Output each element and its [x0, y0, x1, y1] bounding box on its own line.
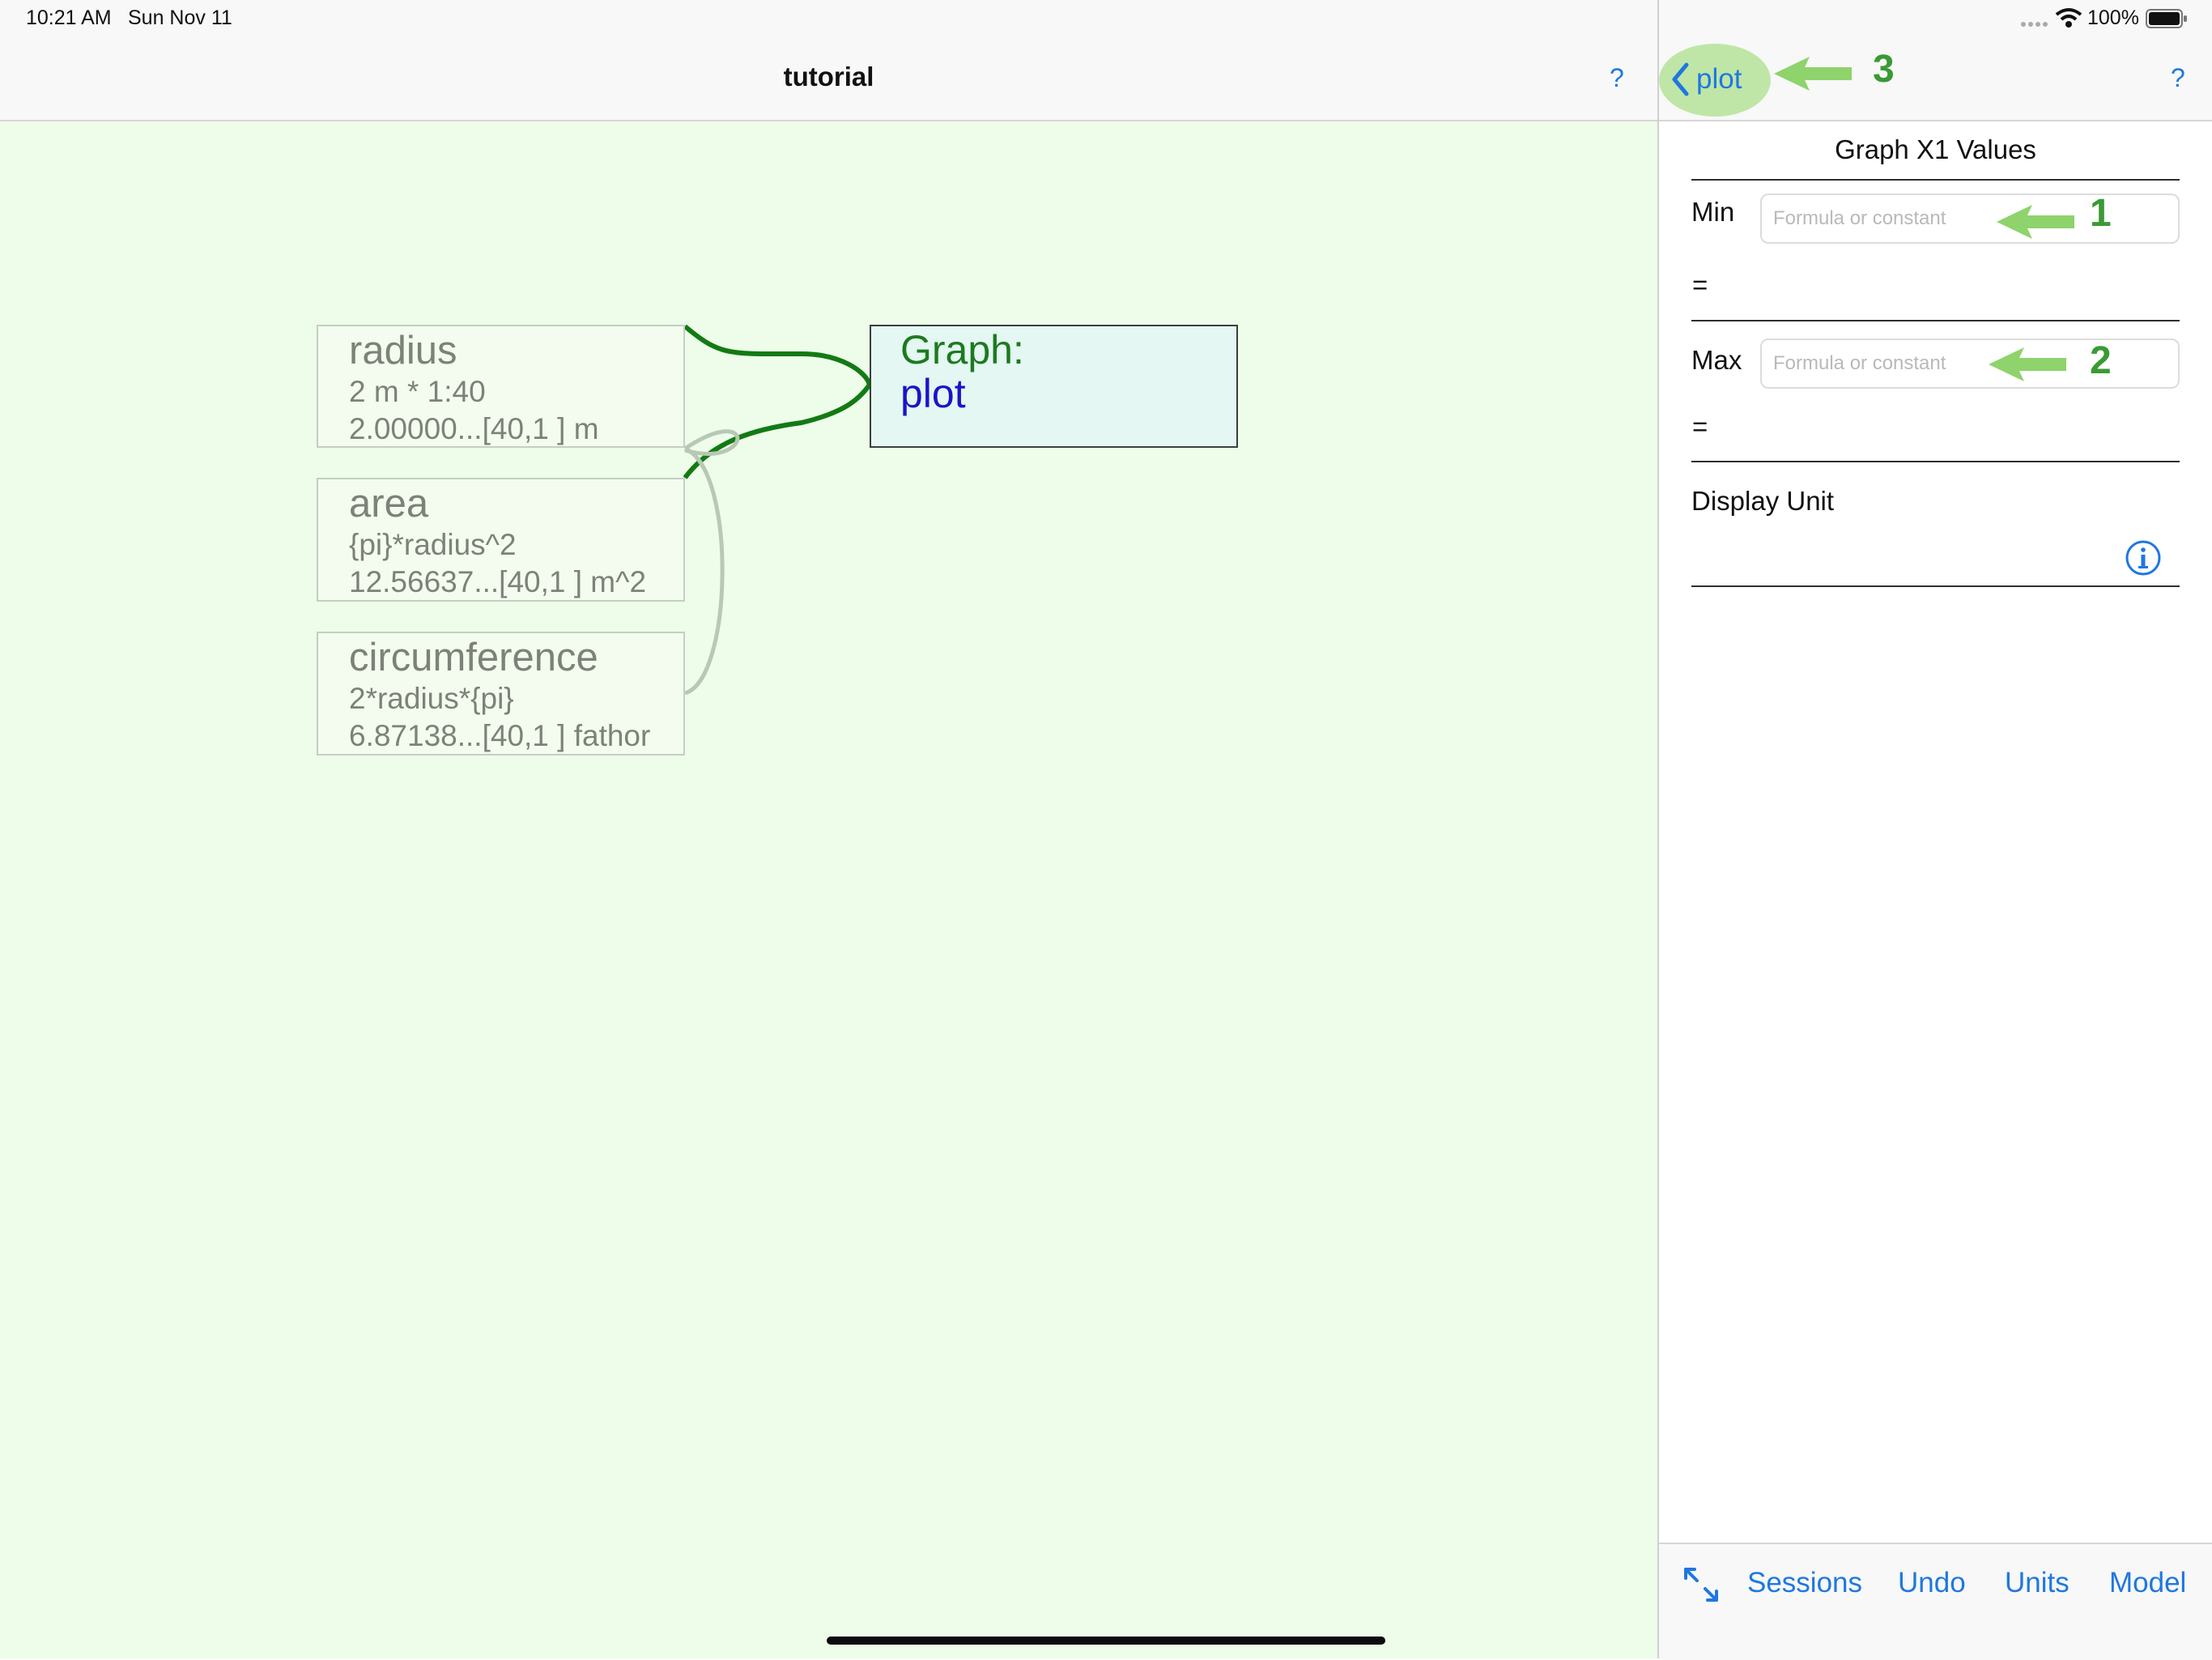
split-view-divider[interactable]: [1657, 0, 1659, 1658]
info-icon[interactable]: [2125, 539, 2162, 577]
min-divider: [1691, 320, 2180, 321]
status-bar: 10:21 AM Sun Nov 11 100%: [0, 0, 2212, 39]
arrow-left-icon: [1997, 202, 2078, 245]
wifi-icon: [2055, 7, 2082, 28]
variable-node-radius[interactable]: radius 2 m * 1:40 2.00000...[40,1 ] m: [317, 325, 685, 448]
node-value: 12.56637...[40,1 ] m^2: [349, 565, 647, 598]
node-name: radius: [349, 329, 457, 372]
status-time: 10:21 AM: [26, 6, 112, 29]
model-canvas[interactable]: radius 2 m * 1:40 2.00000...[40,1 ] m ar…: [0, 121, 1657, 1658]
graph-node-title: Graph:: [900, 327, 1024, 372]
status-date: Sun Nov 11: [128, 6, 232, 29]
arrow-left-icon: [1774, 53, 1855, 98]
max-input[interactable]: [1760, 338, 2180, 389]
variable-node-circumference[interactable]: circumference 2*radius*{pi} 6.87138...[4…: [317, 632, 685, 756]
node-name: circumference: [349, 636, 598, 679]
back-button[interactable]: plot: [1670, 58, 1742, 100]
link-radius-to-graph: [683, 324, 872, 386]
chevron-left-icon: [1670, 62, 1690, 97]
display-unit-label: Display Unit: [1691, 486, 1835, 516]
bottom-toolbar: [1659, 1543, 2212, 1660]
undo-button[interactable]: Undo: [1898, 1567, 1966, 1599]
max-label: Max: [1691, 345, 1742, 375]
home-indicator[interactable]: [827, 1637, 1385, 1645]
node-name: area: [349, 482, 429, 526]
max-equals: =: [1692, 411, 1708, 441]
graph-node-name: plot: [900, 371, 966, 416]
annotation-number-2: 2: [2090, 339, 2112, 382]
min-input[interactable]: [1760, 194, 2180, 244]
max-divider: [1691, 461, 2180, 462]
cellular-signal-icon: [2021, 16, 2048, 27]
connection-lines: [683, 324, 872, 696]
annotation-number-3: 3: [1873, 48, 1895, 91]
help-button[interactable]: ?: [1610, 63, 1624, 93]
node-value: 6.87138...[40,1 ] fathor: [349, 719, 651, 752]
units-button[interactable]: Units: [2005, 1567, 2069, 1599]
node-formula: {pi}*radius^2: [349, 528, 517, 561]
link-area-to-graph: [683, 383, 872, 479]
graph-settings-panel: [1659, 121, 2212, 1543]
display-unit-divider: [1691, 585, 2180, 587]
heading-divider: [1691, 179, 2180, 181]
min-label: Min: [1691, 197, 1735, 227]
node-value: 2.00000...[40,1 ] m: [349, 412, 599, 445]
graph-node-plot[interactable]: Graph: plot: [870, 325, 1238, 448]
link-radius-to-circumference: [683, 446, 725, 696]
variable-node-area[interactable]: area {pi}*radius^2 12.56637...[40,1 ] m^…: [317, 478, 685, 602]
model-button[interactable]: Model: [2109, 1567, 2186, 1599]
battery-percent: 100%: [2087, 6, 2139, 29]
panel-heading: Graph X1 Values: [1835, 134, 2036, 164]
min-equals: =: [1692, 270, 1708, 300]
annotation-number-1: 1: [2090, 192, 2112, 235]
node-formula: 2 m * 1:40: [349, 375, 486, 408]
expand-icon[interactable]: [1682, 1566, 1720, 1603]
back-button-label: plot: [1696, 63, 1742, 95]
sessions-button[interactable]: Sessions: [1747, 1567, 1862, 1599]
arrow-left-icon: [1989, 345, 2069, 388]
page-title: tutorial: [783, 62, 874, 92]
node-formula: 2*radius*{pi}: [349, 682, 514, 715]
panel-help-button[interactable]: ?: [2171, 63, 2185, 93]
battery-icon: [2146, 8, 2188, 29]
